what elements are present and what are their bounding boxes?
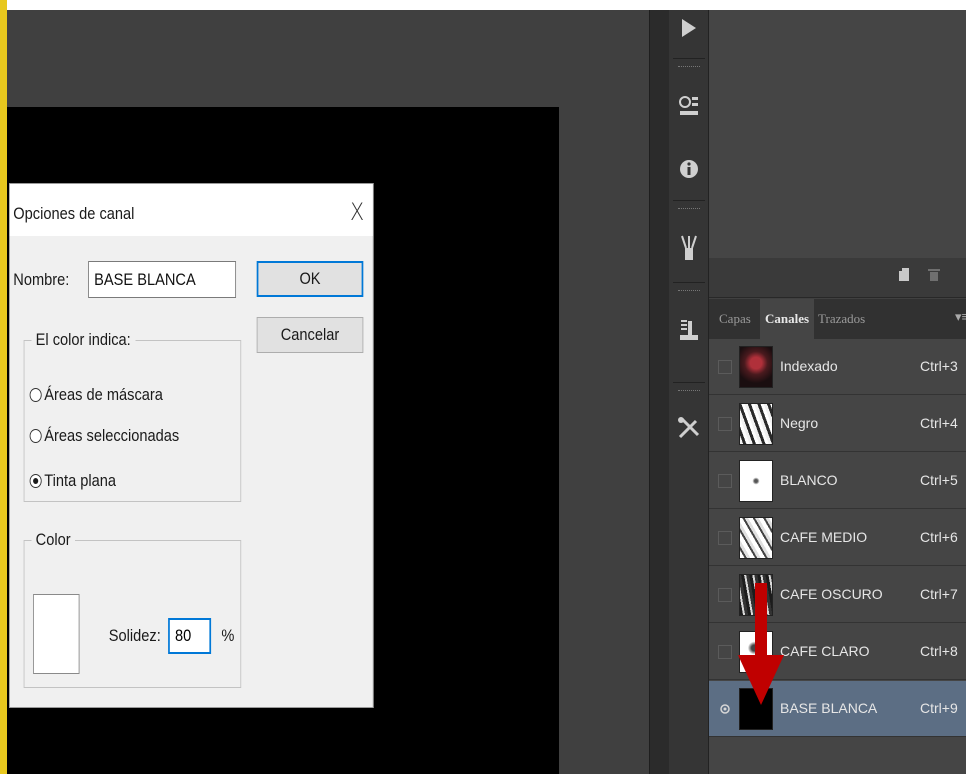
channel-row-cafe-medio[interactable]: CAFE MEDIO Ctrl+6 bbox=[709, 510, 966, 566]
channel-thumbnail bbox=[739, 517, 773, 559]
color-indicates-legend: El color indica: bbox=[35, 330, 131, 349]
dock-divider bbox=[673, 58, 705, 59]
dock-grip[interactable] bbox=[678, 66, 700, 69]
red-arrow-annotation bbox=[738, 583, 784, 705]
radio-mask-areas[interactable]: Áreas de máscara bbox=[29, 385, 163, 405]
visibility-toggle[interactable] bbox=[718, 588, 732, 602]
trash-icon[interactable] bbox=[928, 268, 940, 286]
radio-selected-areas[interactable]: Áreas seleccionadas bbox=[29, 426, 180, 446]
channel-thumbnail bbox=[739, 403, 773, 445]
brush-presets-icon[interactable] bbox=[669, 228, 709, 268]
name-label: Nombre: bbox=[13, 270, 70, 289]
channel-shortcut: Ctrl+7 bbox=[920, 586, 958, 602]
visibility-toggle[interactable] bbox=[718, 531, 732, 545]
tab-paths[interactable]: Trazados bbox=[818, 311, 865, 327]
radio-spot-color[interactable]: Tinta plana bbox=[29, 471, 117, 491]
channel-shortcut: Ctrl+6 bbox=[920, 529, 958, 545]
radio-button-icon bbox=[29, 429, 42, 443]
tab-channels[interactable]: Canales bbox=[760, 299, 815, 339]
color-indicates-group: El color indica: Áreas de máscara Áreas … bbox=[23, 330, 242, 502]
channel-shortcut: Ctrl+4 bbox=[920, 415, 958, 431]
visibility-toggle[interactable] bbox=[718, 360, 732, 374]
top-frame bbox=[0, 0, 966, 10]
channel-row-blanco[interactable]: BLANCO Ctrl+5 bbox=[709, 453, 966, 509]
close-icon[interactable]: X bbox=[350, 198, 364, 226]
radio-label: Áreas seleccionadas bbox=[44, 426, 180, 445]
channel-shortcut: Ctrl+8 bbox=[920, 643, 958, 659]
cancel-button[interactable]: Cancelar bbox=[256, 317, 364, 353]
visibility-toggle[interactable] bbox=[718, 417, 732, 431]
solidity-input[interactable] bbox=[168, 618, 212, 654]
play-icon[interactable] bbox=[669, 10, 709, 46]
channel-name: BASE BLANCA bbox=[780, 700, 878, 716]
color-legend: Color bbox=[35, 530, 71, 549]
upper-panel-area bbox=[709, 10, 966, 258]
left-frame-border bbox=[0, 0, 7, 774]
channel-name: BLANCO bbox=[780, 472, 838, 488]
channel-row-negro[interactable]: Negro Ctrl+4 bbox=[709, 396, 966, 452]
dock-grip[interactable] bbox=[678, 208, 700, 211]
panel-menu-icon[interactable]: ▾≡ bbox=[955, 309, 966, 325]
channel-shortcut: Ctrl+3 bbox=[920, 358, 958, 374]
dock-grip[interactable] bbox=[678, 390, 700, 393]
info-icon[interactable] bbox=[669, 148, 709, 188]
radio-button-icon bbox=[29, 388, 42, 402]
channel-thumbnail bbox=[739, 460, 773, 502]
channel-name: Negro bbox=[780, 415, 819, 431]
tab-layers[interactable]: Capas bbox=[719, 311, 751, 327]
dialog-title: Opciones de canal bbox=[13, 204, 135, 223]
name-input[interactable] bbox=[88, 261, 237, 298]
solidity-label: Solidez: bbox=[108, 626, 161, 645]
ok-button[interactable]: OK bbox=[256, 261, 364, 297]
dock-divider bbox=[673, 200, 705, 201]
dock-divider bbox=[673, 382, 705, 383]
radio-button-selected-icon bbox=[29, 474, 42, 488]
new-item-icon[interactable] bbox=[898, 268, 910, 286]
dock-edge bbox=[649, 10, 669, 774]
channel-row-indexado[interactable]: Indexado Ctrl+3 bbox=[709, 339, 966, 395]
visibility-toggle[interactable] bbox=[718, 702, 732, 716]
dock-grip[interactable] bbox=[678, 290, 700, 293]
channel-shortcut: Ctrl+5 bbox=[920, 472, 958, 488]
color-group: Color Solidez: % bbox=[23, 530, 242, 688]
radio-label: Áreas de máscara bbox=[44, 385, 163, 404]
radio-label: Tinta plana bbox=[44, 471, 117, 490]
properties-icon[interactable] bbox=[669, 86, 709, 126]
visibility-toggle[interactable] bbox=[718, 474, 732, 488]
channel-name: CAFE CLARO bbox=[780, 643, 870, 659]
channel-name: CAFE OSCURO bbox=[780, 586, 883, 602]
visibility-toggle[interactable] bbox=[718, 645, 732, 659]
channel-name: Indexado bbox=[780, 358, 838, 374]
panel-tabs: Capas Canales Trazados bbox=[709, 299, 966, 339]
color-swatch[interactable] bbox=[33, 594, 80, 674]
channel-thumbnail bbox=[739, 346, 773, 388]
channel-shortcut: Ctrl+9 bbox=[920, 700, 958, 716]
percent-label: % bbox=[221, 626, 235, 645]
tools-scissors-icon[interactable] bbox=[669, 408, 709, 448]
channel-options-dialog: Opciones de canal X Nombre: OK Cancelar … bbox=[9, 183, 374, 708]
layer-comps-icon[interactable] bbox=[669, 310, 709, 350]
channel-name: CAFE MEDIO bbox=[780, 529, 868, 545]
dock-divider bbox=[673, 282, 705, 283]
dialog-titlebar: Opciones de canal X bbox=[9, 184, 373, 236]
